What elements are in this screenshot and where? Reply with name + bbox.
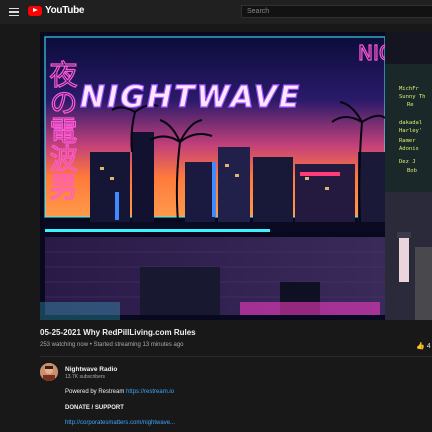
corner-logo: NIGH	[358, 41, 385, 65]
chat-line: Sunny Th	[399, 94, 426, 100]
youtube-logo[interactable]: YouTube	[28, 5, 85, 16]
chat-line: MichFr	[399, 86, 420, 92]
channel-name[interactable]: Nightwave Radio	[65, 366, 117, 373]
hamburger-menu-icon[interactable]	[9, 8, 19, 17]
thumbs-up-icon: 👍	[416, 343, 425, 350]
chat-line: Bob	[407, 168, 417, 174]
description-line: Powered by Restream https://restream.io	[65, 389, 174, 395]
like-count: 4	[426, 342, 431, 350]
channel-avatar[interactable]	[40, 363, 58, 381]
youtube-play-icon	[28, 5, 42, 16]
powered-by-text: Powered by Restream	[65, 389, 125, 395]
subscriber-count: 13.7K subscribers	[65, 374, 106, 380]
restream-link[interactable]: https://restream.io	[126, 389, 174, 395]
kanji-overlay: 夜の電波男	[46, 60, 79, 200]
logo-text: YouTube	[45, 5, 85, 16]
video-meta: 253 watching now • Started streaming 13 …	[40, 342, 184, 348]
video-title: 05-25-2021 Why RedPillLiving.com Rules	[40, 328, 196, 337]
top-bar: YouTube Search	[0, 0, 432, 24]
chat-line: Adonis	[399, 146, 419, 152]
description-line: http://corporatesmatters.com/nightwave..…	[65, 420, 175, 426]
nightwave-title-overlay: NIGHTWAVE	[80, 80, 301, 115]
chat-line: Re	[407, 102, 414, 108]
chat-line: Ramer	[399, 138, 416, 144]
video-player[interactable]: 夜の電波男 NIGHTWAVE NIGH	[40, 32, 385, 320]
chat-line: Dez J	[399, 159, 416, 165]
search-input[interactable]: Search	[241, 5, 432, 18]
video-frame: 夜の電波男 NIGHTWAVE NIGH	[40, 32, 385, 320]
divider	[40, 356, 432, 357]
chat-line: dakadal	[399, 120, 422, 126]
like-button[interactable]: 👍 4	[416, 342, 431, 351]
donate-heading: DONATE / SUPPORT	[65, 405, 124, 411]
chat-line: Harley'	[399, 128, 422, 134]
support-link[interactable]: http://corporatesmatters.com/nightwave..…	[65, 420, 175, 426]
chat-overlay: MichFr Sunny Th Re dakadal Harley' Ramer…	[385, 32, 432, 320]
